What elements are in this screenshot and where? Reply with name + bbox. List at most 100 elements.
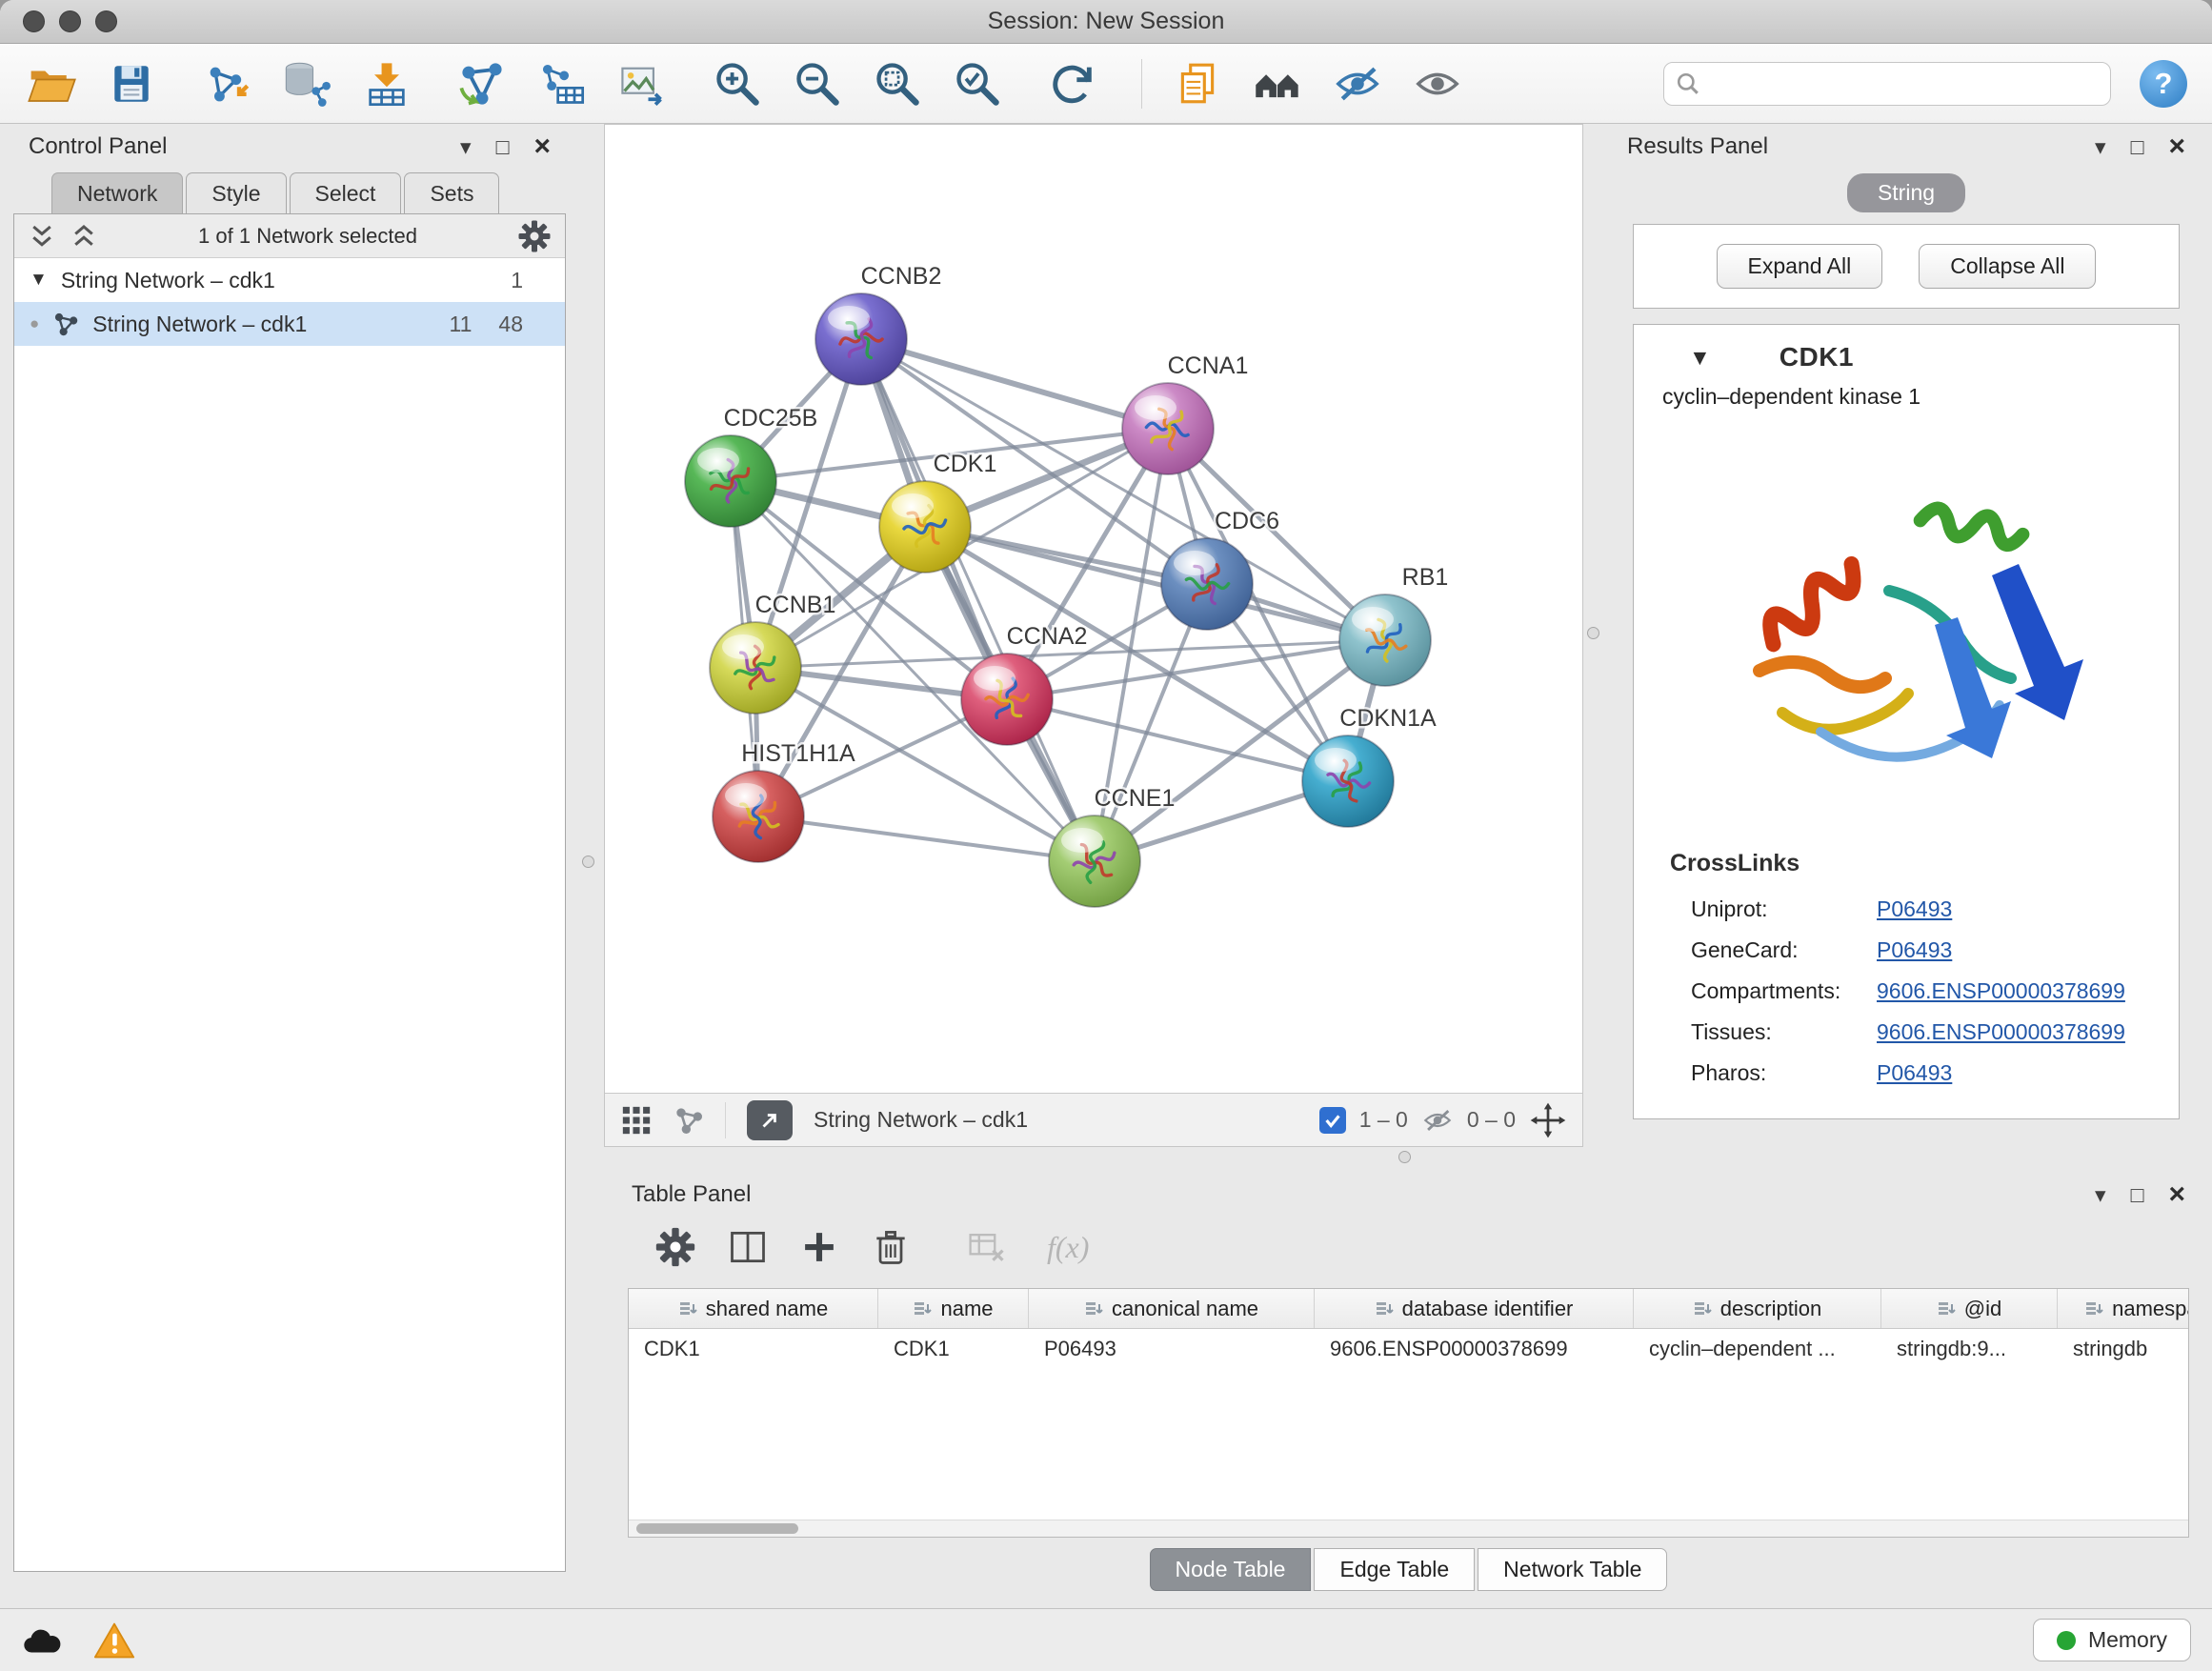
horizontal-splitter-handle[interactable] xyxy=(1398,1151,1411,1163)
home-views-button[interactable] xyxy=(1251,57,1304,111)
network-from-table-button[interactable] xyxy=(535,57,589,111)
close-window-button[interactable] xyxy=(23,10,45,32)
close-panel-icon[interactable]: × xyxy=(2168,1178,2185,1211)
network-edge-CCNB2-CCNA1[interactable] xyxy=(861,339,1168,429)
show-columns-icon[interactable] xyxy=(727,1226,769,1268)
search-input[interactable] xyxy=(1710,71,2099,96)
zoom-window-button[interactable] xyxy=(95,10,117,32)
tab-network-table[interactable]: Network Table xyxy=(1478,1548,1667,1591)
table-cell[interactable]: cyclin–dependent ... xyxy=(1634,1329,1881,1369)
cloud-icon[interactable] xyxy=(21,1624,65,1657)
save-session-button[interactable] xyxy=(105,57,158,111)
pan-crosshair-icon[interactable] xyxy=(1529,1101,1567,1139)
column-header-description[interactable]: description xyxy=(1634,1289,1881,1328)
network-node-CCNB2[interactable]: CCNB2 xyxy=(815,263,941,385)
network-row[interactable]: ● String Network – cdk1 11 48 xyxy=(14,302,565,346)
toolbar-search[interactable] xyxy=(1663,62,2111,106)
scrollbar-thumb[interactable] xyxy=(636,1523,798,1534)
show-view-button[interactable] xyxy=(1411,57,1464,111)
panel-menu-icon[interactable]: ▾ xyxy=(2095,1182,2106,1208)
panel-menu-icon[interactable]: ▾ xyxy=(460,134,472,160)
network-edge-CCNB2-CCNE1[interactable] xyxy=(861,339,1095,861)
tab-style[interactable]: Style xyxy=(186,172,286,213)
crosslink-link[interactable]: 9606.ENSP00000378699 xyxy=(1877,978,2125,1004)
network-node-RB1[interactable]: RB1 xyxy=(1339,564,1448,686)
disclosure-triangle-icon[interactable]: ▼ xyxy=(30,270,48,291)
close-panel-icon[interactable]: × xyxy=(2168,131,2185,163)
table-cell[interactable]: CDK1 xyxy=(878,1329,1029,1369)
selected-indicator-checkbox[interactable] xyxy=(1319,1107,1346,1134)
annotation-mode-button[interactable] xyxy=(747,1100,793,1140)
network-node-CCNB1[interactable]: CCNB1 xyxy=(710,592,835,714)
column-header-canonical-name[interactable]: canonical name xyxy=(1029,1289,1315,1328)
zoom-in-button[interactable] xyxy=(711,57,764,111)
grid-view-icon[interactable] xyxy=(620,1104,653,1137)
export-image-button[interactable] xyxy=(615,57,669,111)
network-node-CCNA1[interactable]: CCNA1 xyxy=(1122,352,1248,474)
gear-icon[interactable] xyxy=(517,219,552,253)
crosslink-link[interactable]: 9606.ENSP00000378699 xyxy=(1877,1019,2125,1045)
warning-icon[interactable] xyxy=(93,1621,135,1660)
new-network-button[interactable] xyxy=(455,57,509,111)
table-cell[interactable]: stringdb:9... xyxy=(1881,1329,2058,1369)
panel-menu-icon[interactable]: ▾ xyxy=(2095,134,2106,160)
column-header-@id[interactable]: @id xyxy=(1881,1289,2058,1328)
import-network-database-button[interactable] xyxy=(280,57,333,111)
column-header-name[interactable]: name xyxy=(878,1289,1029,1328)
table-cell[interactable]: P06493 xyxy=(1029,1329,1315,1369)
zoom-selected-button[interactable] xyxy=(951,57,1004,111)
add-column-icon[interactable] xyxy=(799,1227,839,1267)
import-network-file-button[interactable] xyxy=(200,57,253,111)
hide-view-button[interactable] xyxy=(1331,57,1384,111)
tab-node-table[interactable]: Node Table xyxy=(1150,1548,1312,1591)
column-header-namespace[interactable]: namespace xyxy=(2058,1289,2189,1328)
zoom-out-button[interactable] xyxy=(791,57,844,111)
tab-edge-table[interactable]: Edge Table xyxy=(1314,1548,1475,1591)
column-header-shared-name[interactable]: shared name xyxy=(629,1289,878,1328)
tab-sets[interactable]: Sets xyxy=(404,172,499,213)
network-edge-CDK1-RB1[interactable] xyxy=(925,527,1385,640)
open-session-button[interactable] xyxy=(25,57,78,111)
float-panel-icon[interactable]: □ xyxy=(2131,1182,2144,1208)
refresh-button[interactable] xyxy=(1046,57,1099,111)
table-cell[interactable]: stringdb xyxy=(2058,1329,2189,1369)
hidden-eye-icon[interactable] xyxy=(1421,1104,1454,1137)
collapse-all-button[interactable]: Collapse All xyxy=(1919,244,2096,289)
birdseye-network-icon[interactable] xyxy=(674,1105,704,1136)
vertical-splitter-handle[interactable] xyxy=(1587,627,1599,639)
string-tab-badge[interactable]: String xyxy=(1847,173,1965,212)
network-node-CDK1[interactable]: CDK1 xyxy=(879,451,996,573)
minimize-window-button[interactable] xyxy=(59,10,81,32)
table-cell[interactable]: 9606.ENSP00000378699 xyxy=(1315,1329,1634,1369)
network-node-CDKN1A[interactable]: CDKN1A xyxy=(1302,705,1437,827)
close-panel-icon[interactable]: × xyxy=(533,131,551,163)
crosslink-link[interactable]: P06493 xyxy=(1877,1060,1952,1086)
copy-button[interactable] xyxy=(1171,57,1224,111)
collapse-all-icon[interactable] xyxy=(28,222,56,251)
network-canvas[interactable]: CCNB2CCNA1CDC25BCDK1CDC6RB1CCNB1CCNA2CDK… xyxy=(605,125,1582,1093)
import-table-button[interactable] xyxy=(360,57,413,111)
delete-column-trash-icon[interactable] xyxy=(870,1226,912,1268)
tab-network[interactable]: Network xyxy=(51,172,183,213)
table-cell[interactable]: CDK1 xyxy=(629,1329,878,1369)
column-header-database-identifier[interactable]: database identifier xyxy=(1315,1289,1634,1328)
network-node-CDC25B[interactable]: CDC25B xyxy=(685,405,817,527)
zoom-fit-button[interactable] xyxy=(871,57,924,111)
expand-all-icon[interactable] xyxy=(70,222,98,251)
tab-select[interactable]: Select xyxy=(290,172,402,213)
crosslink-link[interactable]: P06493 xyxy=(1877,896,1952,922)
table-row[interactable]: CDK1CDK1P064939606.ENSP00000378699cyclin… xyxy=(629,1329,2188,1369)
float-panel-icon[interactable]: □ xyxy=(496,134,510,160)
network-node-HIST1H1A[interactable]: HIST1H1A xyxy=(713,740,855,862)
crosslink-link[interactable]: P06493 xyxy=(1877,937,1952,963)
section-disclosure-icon[interactable]: ▼ xyxy=(1689,345,1711,371)
memory-button[interactable]: Memory xyxy=(2033,1619,2191,1661)
float-panel-icon[interactable]: □ xyxy=(2131,134,2144,160)
vertical-splitter-handle[interactable] xyxy=(582,856,594,868)
expand-all-button[interactable]: Expand All xyxy=(1717,244,1883,289)
network-edge-HIST1H1A-CCNE1[interactable] xyxy=(758,816,1095,861)
table-settings-gear-icon[interactable] xyxy=(654,1226,696,1268)
network-collection-row[interactable]: ▼ String Network – cdk1 1 xyxy=(14,258,565,302)
horizontal-scrollbar[interactable] xyxy=(629,1520,2188,1537)
help-button[interactable]: ? xyxy=(2140,60,2187,108)
